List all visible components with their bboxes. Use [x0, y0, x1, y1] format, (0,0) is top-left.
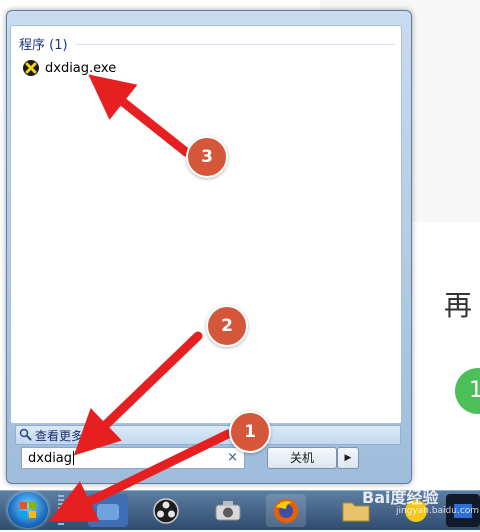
page-heading-fragment: 再	[444, 289, 473, 322]
programs-section-header: 程序 (1)	[19, 38, 68, 53]
search-input-value: dxdiag	[28, 450, 73, 466]
shutdown-button[interactable]: 关机	[267, 447, 337, 469]
see-more-results-label: 查看更多结	[35, 428, 96, 443]
taskbar-grip	[58, 495, 64, 525]
shutdown-options-arrow-icon[interactable]: ▶	[337, 447, 359, 469]
search-results-pane: 程序 (1) dxdiag.exe 查看更多结	[10, 25, 402, 445]
start-search-input[interactable]: dxdiag ×	[21, 447, 245, 469]
text-caret	[73, 451, 75, 465]
start-menu: 程序 (1) dxdiag.exe 查看更多结 dxdiag × 关机 ▶	[6, 10, 412, 484]
watermark-url: jingyan.baidu.com	[396, 506, 480, 516]
search-icon	[19, 426, 32, 445]
section-divider	[75, 44, 395, 45]
program-result-dxdiag[interactable]: dxdiag.exe	[23, 58, 223, 78]
windows-logo-icon	[20, 502, 36, 518]
watermark-logo: Bai度经验	[362, 488, 439, 507]
step-badge-1: 1	[229, 411, 271, 453]
step-badge-3: 3	[186, 136, 228, 178]
app-icon[interactable]	[88, 494, 128, 527]
firefox-icon[interactable]	[266, 494, 306, 527]
program-result-label: dxdiag.exe	[45, 60, 117, 76]
clear-search-icon[interactable]: ×	[227, 450, 238, 465]
dxdiag-icon	[23, 60, 39, 76]
start-button[interactable]	[8, 492, 48, 528]
page-step-circle: 1	[455, 368, 480, 414]
camera-icon[interactable]	[208, 494, 248, 527]
step-badge-2: 2	[206, 305, 248, 347]
obs-icon[interactable]	[146, 494, 186, 527]
see-more-results-bar[interactable]: 查看更多结	[15, 425, 401, 445]
